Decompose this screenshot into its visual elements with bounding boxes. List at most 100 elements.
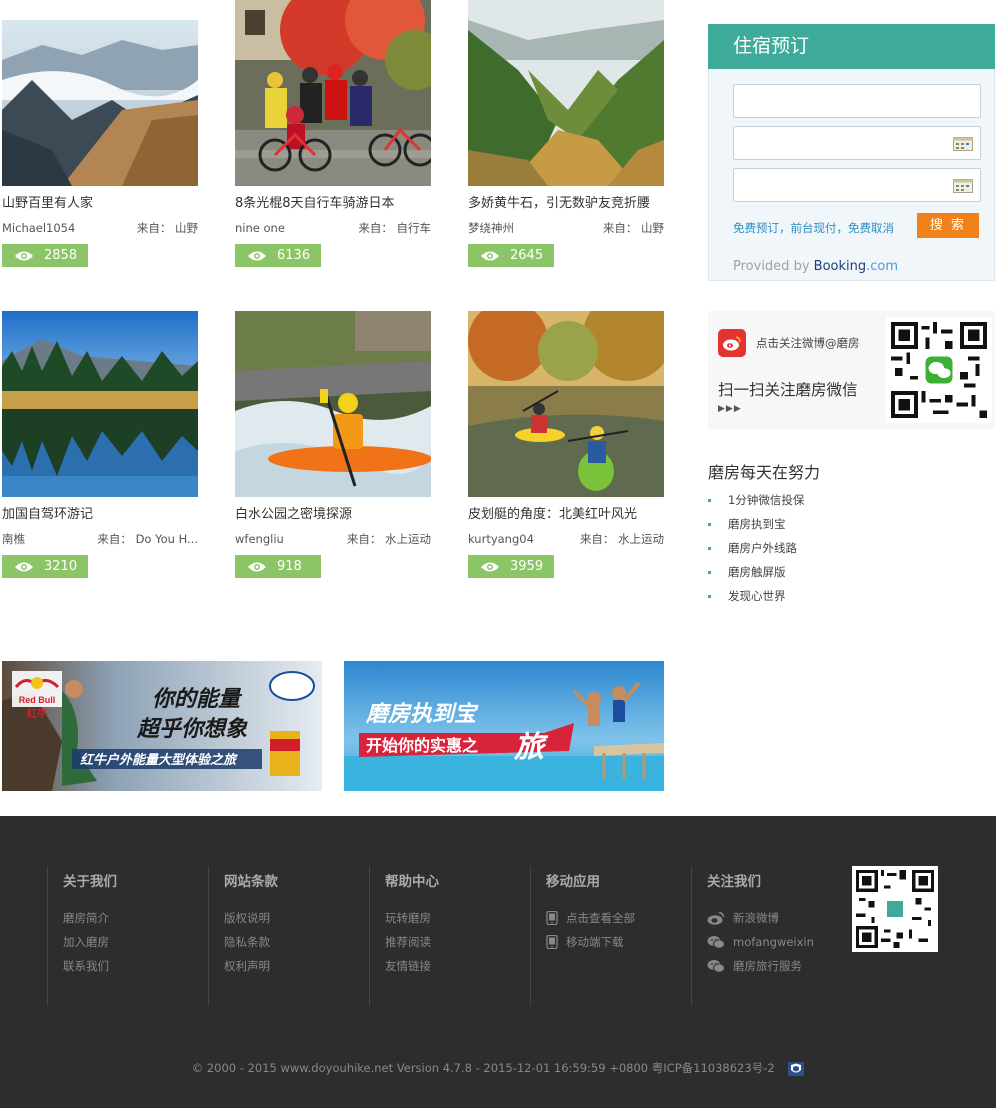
article-source[interactable]: 自行车: [397, 221, 432, 235]
article-author[interactable]: kurtyang04: [468, 532, 534, 546]
view-count-badge: 3210: [2, 555, 88, 578]
footer-column-follow: 关注我们 新浪微博 mofangweixin 磨房旅行服务: [691, 866, 814, 1006]
eye-icon: [248, 562, 266, 571]
article-card[interactable]: 皮划艇的角度：北美红叶风光 kurtyang04 来自： 水上运动 3959: [468, 311, 664, 578]
article-title[interactable]: 加国自驾环游记: [2, 507, 198, 523]
checkout-date-input[interactable]: [733, 168, 981, 202]
eye-icon: [15, 562, 33, 571]
article-source[interactable]: 山野: [641, 221, 664, 235]
wechat-icon: [707, 936, 725, 949]
footer-column-mobile: 移动应用 点击查看全部 移动端下载: [530, 866, 635, 1006]
banner-subtitle: 红牛户外能量大型体验之旅: [80, 752, 238, 767]
view-count-badge: 2645: [468, 244, 554, 267]
article-author[interactable]: 南樵: [2, 532, 25, 546]
view-count-badge: 3959: [468, 555, 554, 578]
footer-heading: 关于我们: [63, 874, 117, 890]
site-footer: 关于我们 磨房简介 加入磨房 联系我们 网站条款 版权说明 隐私条款 权利声明 …: [0, 816, 996, 1108]
article-source[interactable]: 水上运动: [618, 532, 664, 546]
treasure-banner[interactable]: 磨房执到宝 开始你的实惠之 旅: [344, 661, 664, 791]
footer-link[interactable]: 玩转磨房: [385, 906, 439, 930]
article-title[interactable]: 多娇黄牛石，引无数驴友竞折腰: [468, 196, 664, 212]
article-photo-mountain-clouds[interactable]: [2, 0, 198, 186]
article-photo-whitewater-kayak[interactable]: [235, 311, 431, 497]
article-photo-valley[interactable]: [468, 0, 664, 186]
article-title[interactable]: 8条光棍8天自行车骑游日本: [235, 196, 431, 212]
daily-item[interactable]: 发现心世界: [708, 588, 804, 612]
banner-brand: Red Bull: [19, 695, 56, 705]
article-author[interactable]: Michael1054: [2, 221, 75, 235]
article-title[interactable]: 白水公园之密境探源: [235, 507, 431, 523]
footer-link[interactable]: 隐私条款: [224, 930, 278, 954]
footer-link[interactable]: 版权说明: [224, 906, 278, 930]
view-count: 3959: [510, 559, 544, 574]
calendar-icon[interactable]: [953, 179, 973, 193]
footer-column-about: 关于我们 磨房简介 加入磨房 联系我们: [47, 866, 117, 1006]
redbull-banner[interactable]: Red Bull 红牛 你的能量 超乎你想象 红牛户外能量大型体验之旅: [2, 661, 322, 791]
daily-item[interactable]: 磨房触屏版: [708, 564, 804, 588]
daily-list: 1分钟微信投保 磨房执到宝 磨房户外线路 磨房触屏版 发现心世界: [708, 492, 804, 612]
footer-link-travel-service[interactable]: 磨房旅行服务: [707, 954, 814, 978]
article-author[interactable]: nine one: [235, 221, 285, 235]
article-photo-cyclists[interactable]: [235, 0, 431, 186]
weibo-icon: [707, 911, 725, 925]
footer-link[interactable]: 推荐阅读: [385, 930, 439, 954]
source-label: 来自：: [346, 532, 382, 546]
article-card[interactable]: 山野百里有人家 Michael1054 来自： 山野 2858: [2, 0, 198, 267]
article-card[interactable]: 加国自驾环游记 南樵 来自： Do You H... 3210: [2, 311, 198, 578]
phone-icon: [546, 911, 558, 925]
feature-free-booking: 免费预订: [733, 221, 779, 235]
article-title[interactable]: 山野百里有人家: [2, 196, 198, 212]
view-count-badge: 918: [235, 555, 321, 578]
banner-subtitle: 开始你的实惠之: [366, 736, 478, 755]
article-card[interactable]: 8条光棍8天自行车骑游日本 nine one 来自： 自行车 6136: [235, 0, 431, 267]
wechat-icon: [707, 960, 725, 973]
view-count: 6136: [277, 248, 311, 263]
footer-link-weibo[interactable]: 新浪微博: [707, 906, 814, 930]
daily-item[interactable]: 磨房执到宝: [708, 516, 804, 540]
article-source[interactable]: Do You H...: [136, 532, 198, 546]
booking-logo-text: Booking: [813, 259, 867, 274]
article-card[interactable]: 多娇黄牛石，引无数驴友竞折腰 梦绕神州 来自： 山野 2645: [468, 0, 664, 267]
provided-by[interactable]: Provided by Booking.com: [733, 259, 898, 274]
security-badge-icon[interactable]: [788, 1061, 805, 1076]
feature-pay-at-hotel: 前台现付: [790, 221, 837, 235]
footer-column-terms: 网站条款 版权说明 隐私条款 权利声明: [208, 866, 278, 1006]
arrows-icon: ▶▶▶: [718, 404, 742, 414]
footer-link[interactable]: 加入磨房: [63, 930, 117, 954]
footer-heading: 网站条款: [224, 874, 278, 890]
weibo-follow-text[interactable]: 点击关注微博@磨房: [756, 335, 860, 351]
footer-link[interactable]: 磨房简介: [63, 906, 117, 930]
footer-qr-code: [852, 866, 938, 952]
feature-free-cancel: 免费取消: [848, 221, 894, 235]
article-title[interactable]: 皮划艇的角度：北美红叶风光: [468, 507, 664, 523]
banner-headline: 超乎你想象: [136, 716, 248, 741]
footer-link-weixin[interactable]: mofangweixin: [707, 930, 814, 954]
article-author[interactable]: wfengliu: [235, 532, 284, 546]
calendar-icon[interactable]: [953, 137, 973, 151]
article-source[interactable]: 山野: [175, 221, 198, 235]
footer-link[interactable]: 联系我们: [63, 954, 117, 978]
footer-link-mobile-download[interactable]: 移动端下载: [546, 930, 635, 954]
eye-icon: [481, 251, 499, 260]
banner-headline: 你的能量: [152, 686, 243, 711]
article-card[interactable]: 白水公园之密境探源 wfengliu 来自： 水上运动 918: [235, 311, 431, 578]
eye-icon: [481, 562, 499, 571]
search-button[interactable]: 搜 索: [917, 213, 979, 238]
article-source[interactable]: 水上运动: [385, 532, 431, 546]
banner-headline: 磨房执到宝: [365, 701, 479, 726]
article-photo-lake-reflection[interactable]: [2, 311, 198, 497]
daily-item[interactable]: 磨房户外线路: [708, 540, 804, 564]
article-photo-autumn-kayak[interactable]: [468, 311, 664, 497]
source-label: 来自：: [97, 532, 132, 546]
eye-icon: [248, 251, 266, 260]
weibo-follow-link[interactable]: 点击关注微博@磨房: [718, 329, 860, 357]
footer-link[interactable]: 权利声明: [224, 954, 278, 978]
daily-item[interactable]: 1分钟微信投保: [708, 492, 804, 516]
view-count-badge: 2858: [2, 244, 88, 267]
destination-input[interactable]: [733, 84, 981, 118]
checkin-date-input[interactable]: [733, 126, 981, 160]
footer-link[interactable]: 友情链接: [385, 954, 439, 978]
footer-link-view-all[interactable]: 点击查看全部: [546, 906, 635, 930]
follow-panel: 点击关注微博@磨房 扫一扫关注磨房微信 ▶▶▶: [708, 311, 995, 429]
article-author[interactable]: 梦绕神州: [468, 221, 514, 235]
